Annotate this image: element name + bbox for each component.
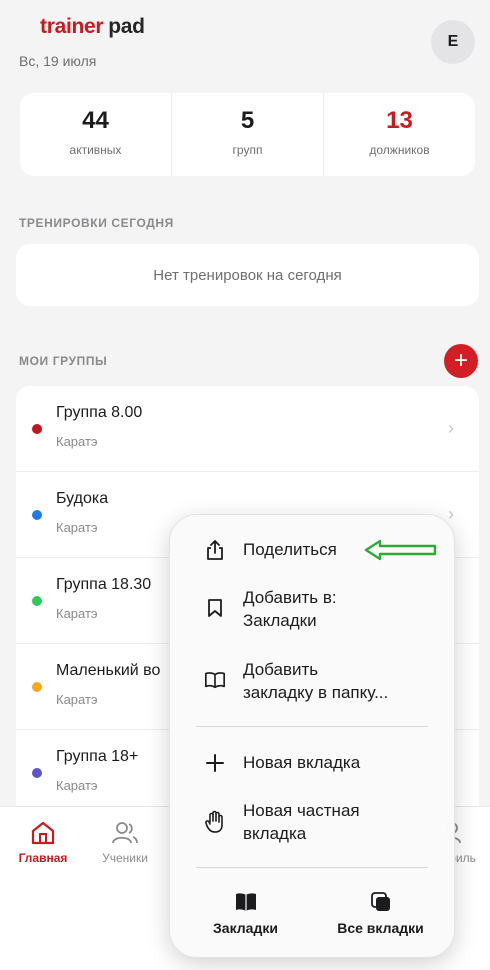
today-empty-card: Нет тренировок на сегодня <box>16 244 479 306</box>
group-color-dot <box>32 510 42 520</box>
menu-divider <box>196 726 428 727</box>
stat-groups-label: групп <box>232 143 263 157</box>
menu-divider <box>196 867 428 868</box>
logo-part-1: trainer <box>40 15 104 38</box>
share-icon <box>204 539 226 561</box>
tab-home-label: Главная <box>18 851 68 865</box>
book-filled-icon <box>235 893 256 911</box>
groups-section-title: МОИ ГРУППЫ <box>19 354 108 368</box>
stat-active[interactable]: 44 активных <box>20 93 171 176</box>
menu-add-bookmark-line1: Добавить в: <box>243 588 337 607</box>
stat-debtors[interactable]: 13 должников <box>323 93 475 176</box>
avatar[interactable]: E <box>431 20 475 64</box>
users-icon <box>112 822 138 844</box>
group-row[interactable]: Группа 8.00 Каратэ › <box>16 386 479 472</box>
add-group-button[interactable]: + <box>444 344 478 378</box>
stat-active-label: активных <box>69 143 122 157</box>
stat-groups-value: 5 <box>240 107 255 134</box>
menu-add-folder-line1: Добавить <box>243 660 319 679</box>
bookmarks-button[interactable]: Закладки <box>174 891 317 936</box>
group-color-dot <box>32 424 42 434</box>
today-section-title: ТРЕНИРОВКИ СЕГОДНЯ <box>19 216 174 230</box>
menu-item-new-tab[interactable]: Новая вкладка <box>170 752 456 778</box>
menu-share-label: Поделиться <box>243 540 337 559</box>
tab-home[interactable]: Главная <box>18 821 68 865</box>
group-name: Маленький во <box>56 662 161 679</box>
menu-item-add-to-folder[interactable]: Добавить закладку в папку... <box>170 659 456 707</box>
stat-groups[interactable]: 5 групп <box>171 93 323 176</box>
logo-part-2: pad <box>108 15 145 38</box>
group-sport: Каратэ <box>56 606 98 621</box>
menu-add-bookmark-line2: Закладки <box>243 611 317 630</box>
menu-item-add-bookmark[interactable]: Добавить в: Закладки <box>170 587 456 635</box>
menu-new-private-line2: вкладка <box>243 824 307 843</box>
home-icon <box>31 821 55 845</box>
tab-students[interactable]: Ученики <box>98 821 152 865</box>
plus-icon <box>204 752 226 774</box>
tab-students-label: Ученики <box>102 851 148 865</box>
stat-debtors-value: 13 <box>386 107 413 134</box>
group-color-dot <box>32 596 42 606</box>
annotation-arrow-icon <box>364 539 437 561</box>
chevron-right-icon: › <box>448 418 454 438</box>
group-color-dot <box>32 682 42 692</box>
group-sport: Каратэ <box>56 434 98 449</box>
menu-new-tab-label: Новая вкладка <box>243 753 361 772</box>
all-tabs-button[interactable]: Все вкладки <box>309 891 452 936</box>
stat-active-value: 44 <box>82 107 109 134</box>
group-name: Группа 18+ <box>56 748 139 765</box>
group-sport: Каратэ <box>56 778 98 793</box>
chevron-right-icon: › <box>448 504 454 524</box>
group-name: Группа 8.00 <box>56 404 143 421</box>
bookmark-icon <box>204 597 226 619</box>
group-color-dot <box>32 768 42 778</box>
open-book-icon <box>204 669 226 691</box>
hand-icon <box>204 810 226 833</box>
context-menu: Поделиться Добавить в: Закладки Добавить… <box>169 514 455 958</box>
menu-add-folder-line2: закладку в папку... <box>243 683 389 702</box>
group-name: Группа 18.30 <box>56 576 152 593</box>
tabs-icon <box>370 892 390 911</box>
menu-new-private-line1: Новая частная <box>243 801 360 820</box>
bookmarks-button-label: Закладки <box>213 920 278 936</box>
current-date: Вс, 19 июля <box>19 53 97 69</box>
today-empty-text: Нет тренировок на сегодня <box>153 266 342 284</box>
app-logo: trainer pad <box>40 15 145 39</box>
group-name: Будока <box>56 490 109 507</box>
app-header: trainer pad Вс, 19 июля E <box>0 0 490 88</box>
all-tabs-button-label: Все вкладки <box>337 920 424 936</box>
group-sport: Каратэ <box>56 692 98 707</box>
group-sport: Каратэ <box>56 520 98 535</box>
stats-card: 44 активных 5 групп 13 должников <box>20 93 475 176</box>
menu-item-new-private-tab[interactable]: Новая частная вкладка <box>170 800 456 848</box>
stat-debtors-label: должников <box>369 143 430 157</box>
